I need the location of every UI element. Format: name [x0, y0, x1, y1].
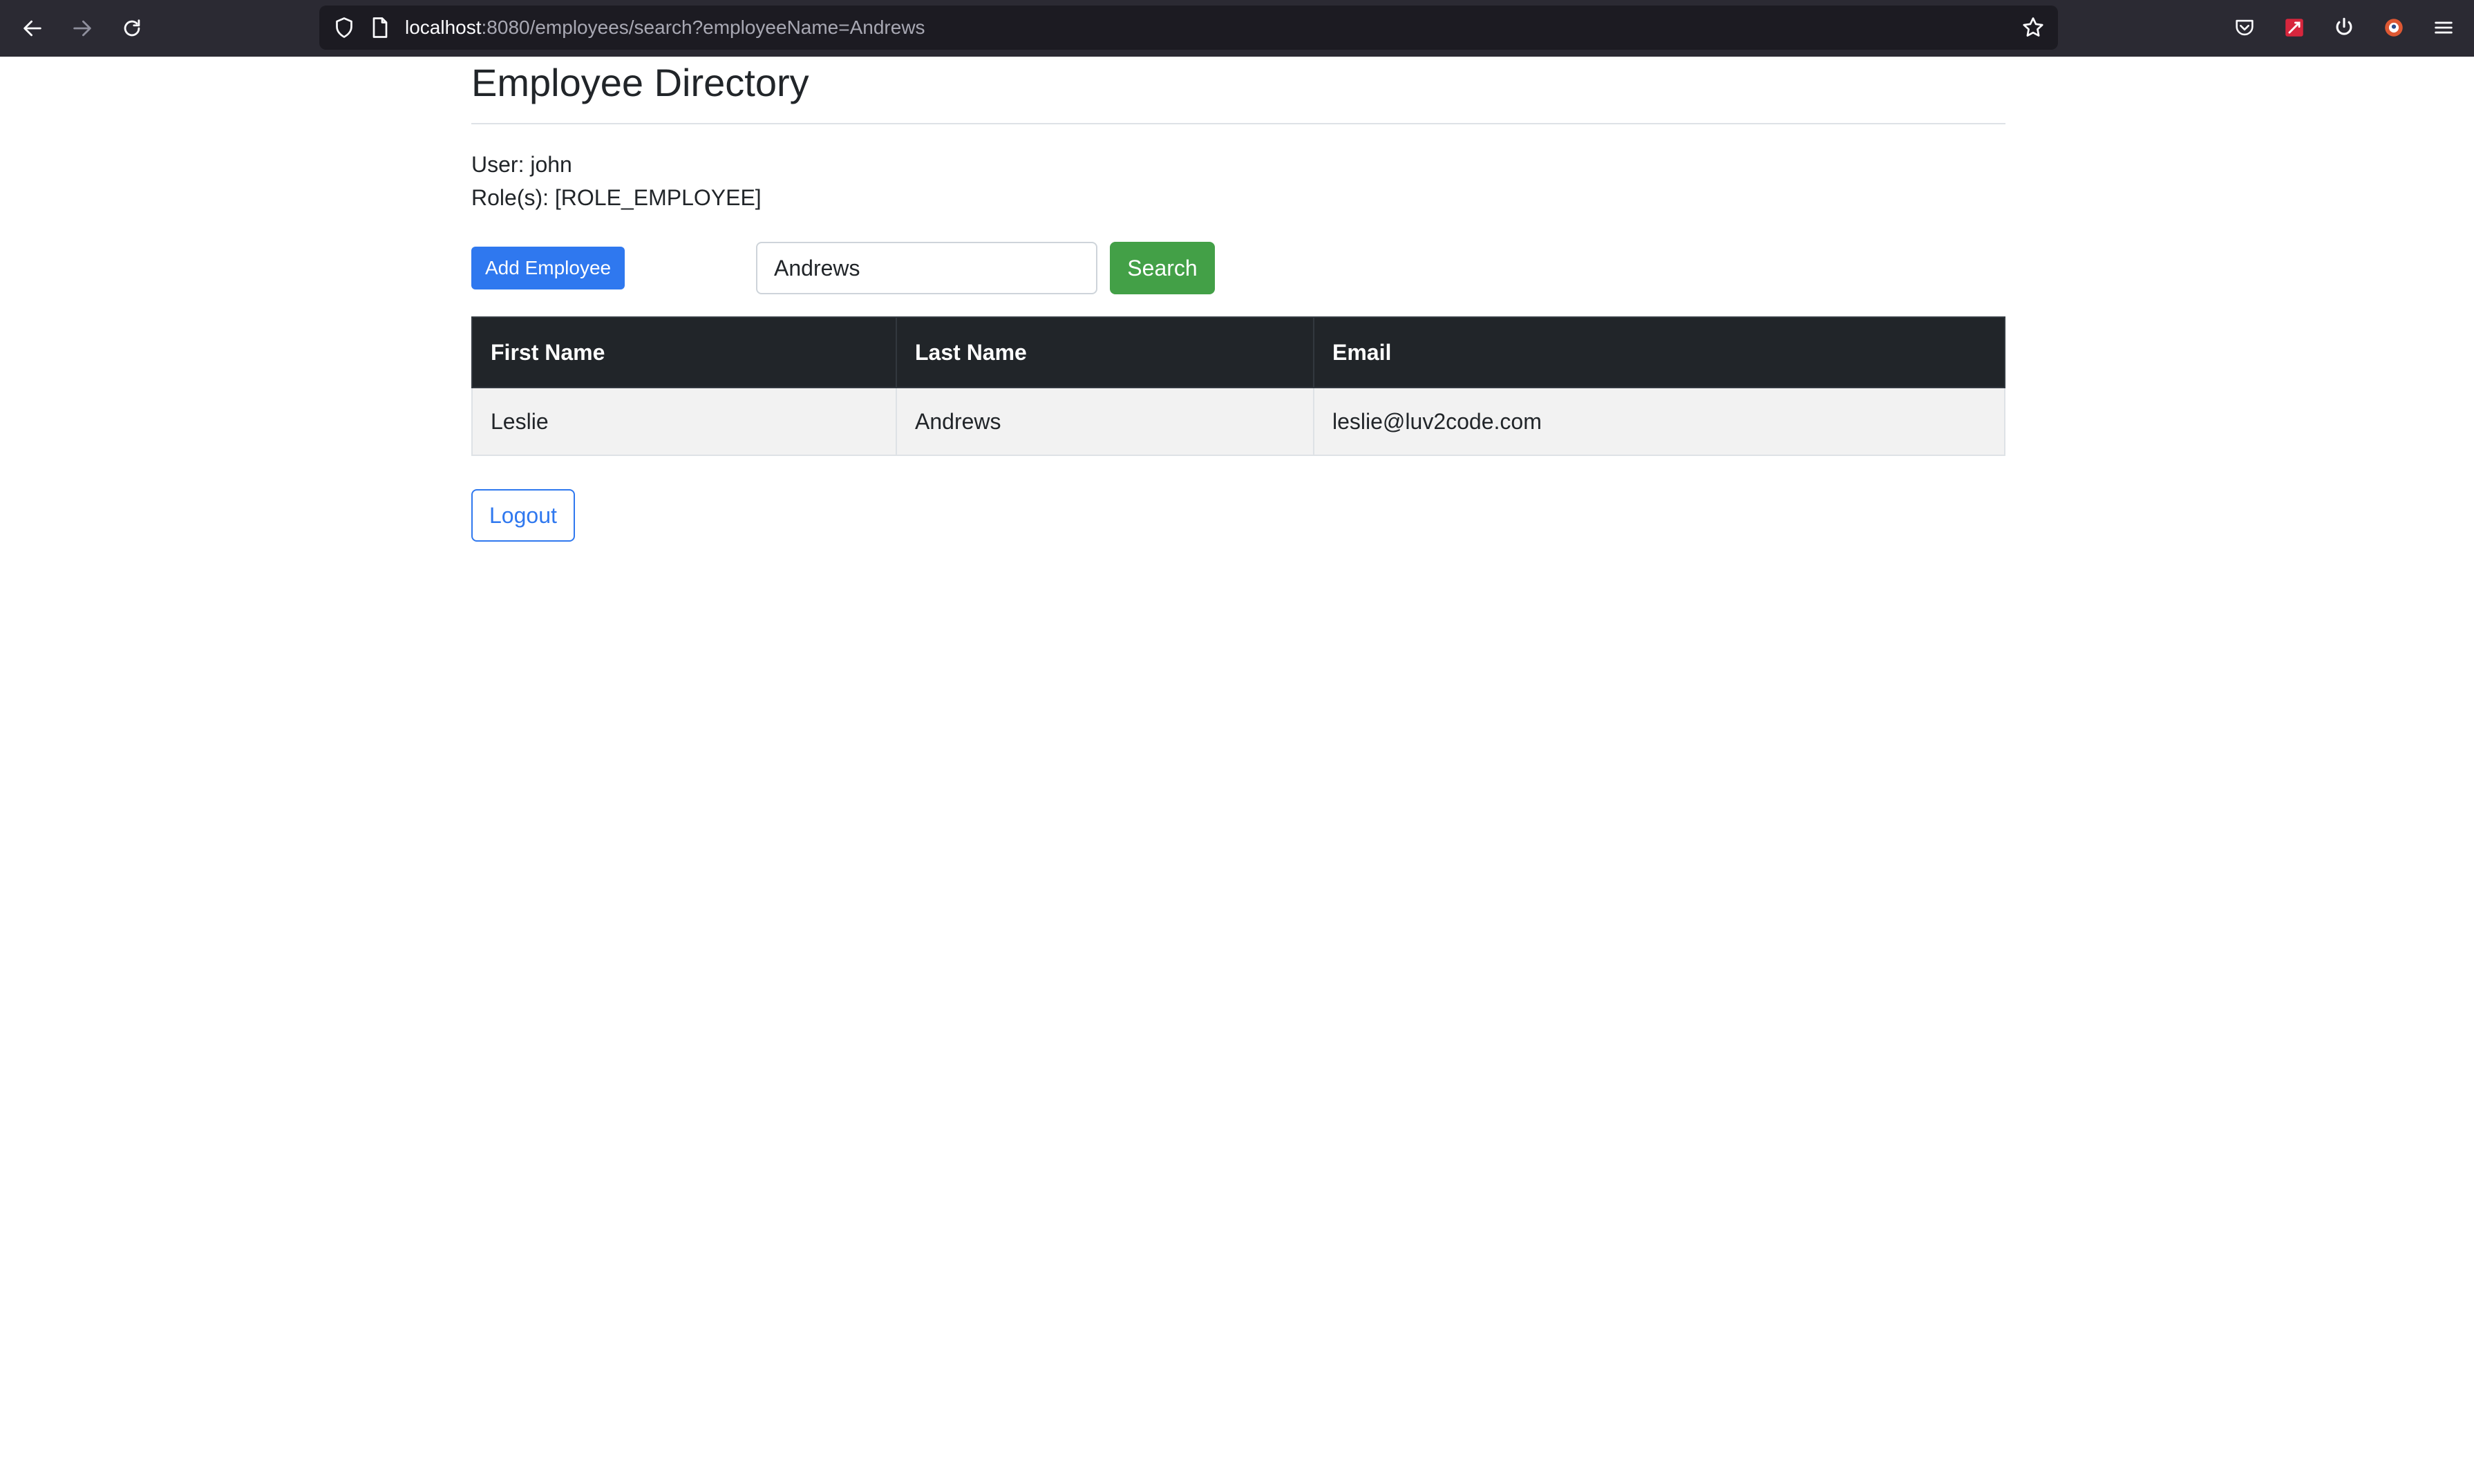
cell-last-name: Andrews [896, 387, 1314, 456]
main-container: Employee Directory User: john Role(s): [… [471, 57, 2005, 542]
header-first-name: First Name [471, 316, 897, 388]
page-icon[interactable] [368, 15, 393, 40]
user-info: User: john Role(s): [ROLE_EMPLOYEE] [471, 148, 2005, 214]
extension-icon [2285, 19, 2303, 37]
user-label: User: john [471, 152, 572, 177]
search-button[interactable]: Search [1110, 242, 1215, 294]
forward-button[interactable] [65, 11, 100, 46]
duckduckgo-button[interactable] [2380, 14, 2408, 41]
back-button[interactable] [15, 11, 50, 46]
cell-email: leslie@luv2code.com [1313, 387, 2005, 456]
power-icon [2336, 17, 2352, 35]
header-last-name: Last Name [896, 316, 1314, 388]
title-divider [471, 123, 2005, 124]
roles-label: Role(s): [ROLE_EMPLOYEE] [471, 185, 762, 210]
hamburger-menu-icon [2435, 21, 2453, 34]
search-input[interactable] [756, 242, 1097, 294]
pocket-button[interactable] [2231, 14, 2258, 41]
add-employee-button[interactable]: Add Employee [471, 247, 625, 289]
shield-icon[interactable] [332, 15, 357, 40]
pocket-icon [2236, 19, 2254, 36]
url-path: :8080/employees/search?employeeName=Andr… [481, 17, 925, 38]
address-bar[interactable]: localhost:8080/employees/search?employee… [319, 6, 2058, 50]
power-button[interactable] [2330, 14, 2358, 41]
logout-button[interactable]: Logout [471, 489, 575, 542]
actions-bar: Add Employee Search [471, 242, 2005, 294]
cell-first-name: Leslie [471, 387, 897, 456]
reload-icon [124, 19, 140, 37]
url-text[interactable]: localhost:8080/employees/search?employee… [405, 6, 925, 50]
extension-button[interactable] [2281, 14, 2308, 41]
header-email: Email [1313, 316, 2005, 388]
arrow-left-icon [23, 20, 41, 37]
menu-button[interactable] [2430, 14, 2457, 41]
bookmark-star-icon[interactable] [2021, 15, 2046, 40]
table-row: Leslie Andrews leslie@luv2code.com [471, 387, 2005, 456]
table-header-row: First Name Last Name Email [471, 316, 2005, 388]
browser-toolbar: localhost:8080/employees/search?employee… [0, 0, 2474, 57]
reload-button[interactable] [115, 11, 149, 46]
page-title: Employee Directory [471, 61, 809, 104]
url-host: localhost [405, 17, 482, 38]
duckduckgo-icon [2385, 19, 2403, 37]
employee-table: First Name Last Name Email Leslie Andrew… [471, 316, 2005, 456]
arrow-right-icon [73, 20, 91, 37]
